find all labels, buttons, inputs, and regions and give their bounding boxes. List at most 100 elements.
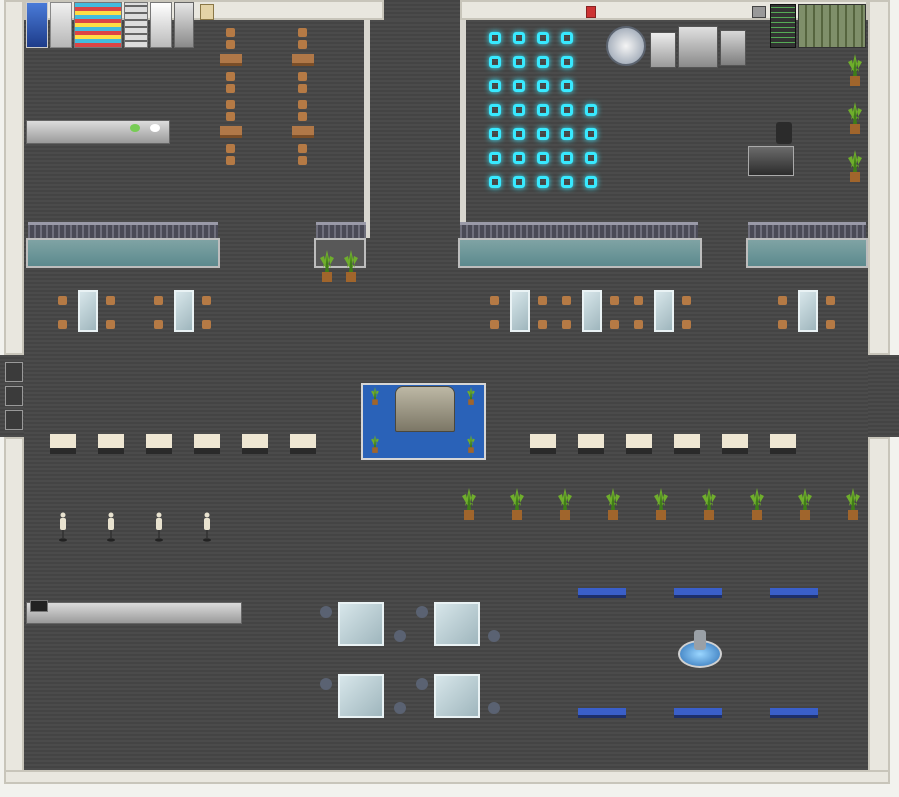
chair[interactable]: [610, 296, 619, 305]
machine-console-1[interactable]: [650, 32, 676, 68]
chair[interactable]: [226, 28, 235, 37]
snack-shelf-1[interactable]: [74, 2, 122, 48]
chair[interactable]: [538, 296, 547, 305]
wood-table[interactable]: [220, 126, 242, 138]
floor-cushion[interactable]: [98, 434, 124, 454]
chair[interactable]: [226, 144, 235, 153]
exit-door-2[interactable]: [5, 386, 23, 406]
chair[interactable]: [298, 40, 307, 49]
chair[interactable]: [106, 320, 115, 329]
floor-cushion[interactable]: [674, 434, 700, 454]
chair[interactable]: [298, 28, 307, 37]
glass-table[interactable]: [78, 290, 98, 332]
chair[interactable]: [58, 320, 67, 329]
bench[interactable]: [770, 588, 818, 598]
bench[interactable]: [578, 708, 626, 718]
chair[interactable]: [488, 702, 500, 714]
chair[interactable]: [394, 630, 406, 642]
bench[interactable]: [674, 588, 722, 598]
chair[interactable]: [298, 84, 307, 93]
chair[interactable]: [416, 606, 428, 618]
notice-board[interactable]: [200, 4, 214, 20]
chair[interactable]: [682, 320, 691, 329]
chair[interactable]: [538, 320, 547, 329]
generator-machine[interactable]: [798, 4, 866, 48]
glass-table[interactable]: [434, 674, 480, 718]
chair[interactable]: [298, 144, 307, 153]
chair[interactable]: [634, 320, 643, 329]
chair[interactable]: [682, 296, 691, 305]
chair[interactable]: [778, 320, 787, 329]
bench[interactable]: [674, 708, 722, 718]
vending-machine-blue[interactable]: [26, 2, 48, 48]
floor-cushion[interactable]: [50, 434, 76, 454]
server-rack[interactable]: [770, 4, 796, 48]
wood-table[interactable]: [220, 54, 242, 66]
chair[interactable]: [202, 296, 211, 305]
kitchen-counter[interactable]: [26, 120, 170, 144]
scanner-dome[interactable]: [606, 26, 646, 66]
chair[interactable]: [490, 296, 499, 305]
chair[interactable]: [320, 606, 332, 618]
chair[interactable]: [154, 320, 163, 329]
chair[interactable]: [394, 702, 406, 714]
chair[interactable]: [490, 320, 499, 329]
chair[interactable]: [154, 296, 163, 305]
floor-cushion[interactable]: [578, 434, 604, 454]
floor-cushion[interactable]: [194, 434, 220, 454]
wood-table[interactable]: [292, 54, 314, 66]
exit-door-1[interactable]: [5, 362, 23, 382]
floor-cushion[interactable]: [530, 434, 556, 454]
chair[interactable]: [778, 296, 787, 305]
chair[interactable]: [202, 320, 211, 329]
glass-table[interactable]: [654, 290, 674, 332]
machine-console-2[interactable]: [678, 26, 718, 68]
wood-table[interactable]: [292, 126, 314, 138]
bench[interactable]: [770, 708, 818, 718]
chair[interactable]: [226, 112, 235, 121]
bench[interactable]: [578, 588, 626, 598]
glass-table[interactable]: [174, 290, 194, 332]
chair[interactable]: [226, 72, 235, 81]
chair[interactable]: [826, 296, 835, 305]
floor-cushion[interactable]: [722, 434, 748, 454]
stove[interactable]: [174, 2, 194, 48]
floor-cushion[interactable]: [770, 434, 796, 454]
chair[interactable]: [298, 72, 307, 81]
floor-cushion[interactable]: [146, 434, 172, 454]
chair[interactable]: [610, 320, 619, 329]
office-chair-icon[interactable]: [776, 122, 792, 144]
glass-table[interactable]: [510, 290, 530, 332]
floor-cushion[interactable]: [626, 434, 652, 454]
glass-table[interactable]: [434, 602, 480, 646]
chair[interactable]: [562, 320, 571, 329]
chair[interactable]: [488, 630, 500, 642]
chair[interactable]: [320, 678, 332, 690]
machine-console-3[interactable]: [720, 30, 746, 66]
chair[interactable]: [58, 296, 67, 305]
floor-cushion[interactable]: [290, 434, 316, 454]
chair[interactable]: [226, 40, 235, 49]
glass-table[interactable]: [798, 290, 818, 332]
fridge[interactable]: [150, 2, 172, 48]
reception-counter[interactable]: [26, 602, 242, 624]
chair[interactable]: [106, 296, 115, 305]
glass-table[interactable]: [582, 290, 602, 332]
stone-monument-icon[interactable]: [395, 386, 455, 432]
chair[interactable]: [298, 100, 307, 109]
chair[interactable]: [226, 100, 235, 109]
chair[interactable]: [226, 84, 235, 93]
glass-table[interactable]: [338, 674, 384, 718]
chair[interactable]: [226, 156, 235, 165]
snack-shelf-2[interactable]: [124, 2, 148, 48]
chair[interactable]: [298, 112, 307, 121]
exit-door-3[interactable]: [5, 410, 23, 430]
office-desk[interactable]: [748, 146, 794, 176]
vending-machine-white[interactable]: [50, 2, 72, 48]
chair[interactable]: [298, 156, 307, 165]
chair[interactable]: [416, 678, 428, 690]
chair[interactable]: [562, 296, 571, 305]
floor-cushion[interactable]: [242, 434, 268, 454]
glass-table[interactable]: [338, 602, 384, 646]
chair[interactable]: [634, 296, 643, 305]
